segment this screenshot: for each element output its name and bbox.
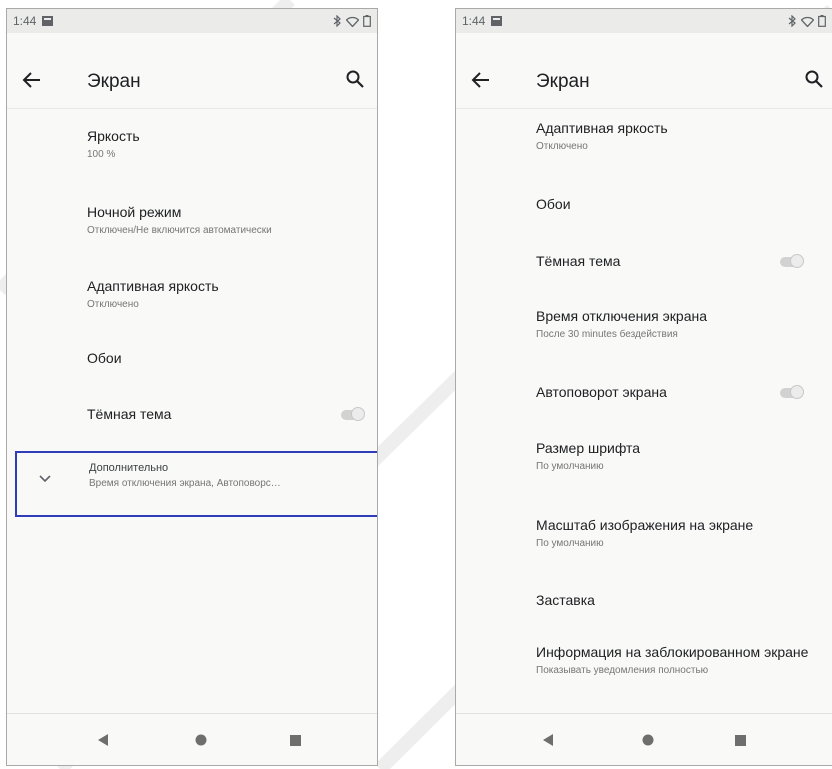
notification-icon xyxy=(491,16,503,26)
search-icon[interactable] xyxy=(804,69,824,89)
setting-summary: Показывать уведомления полностью xyxy=(536,665,709,676)
circle-home-icon[interactable] xyxy=(640,732,656,748)
wifi-icon xyxy=(346,16,359,27)
setting-title: Информация на заблокированном экране xyxy=(536,644,809,660)
toggle-thumb xyxy=(790,254,804,268)
setting-title: Адаптивная яркость xyxy=(536,120,668,136)
setting-title: Размер шрифта xyxy=(536,440,641,456)
bluetooth-icon xyxy=(788,15,796,27)
navigation-bar xyxy=(456,713,832,765)
advanced-title: Дополнительно xyxy=(89,462,169,474)
right-phone-screen: 1:44 Экран Адаптивная яркость Отключено … xyxy=(455,8,832,766)
setting-title: Обои xyxy=(87,350,122,366)
toggle-thumb xyxy=(790,385,804,399)
setting-summary: 100 % xyxy=(87,149,116,160)
setting-adaptive-brightness[interactable]: Адаптивная яркость Отключено xyxy=(87,277,369,312)
setting-screensaver[interactable]: Заставка xyxy=(536,591,824,609)
dark-theme-toggle[interactable] xyxy=(776,254,804,268)
setting-lock-screen[interactable]: Информация на заблокированном экране Пок… xyxy=(536,643,824,678)
status-time: 1:44 xyxy=(462,14,486,28)
battery-icon xyxy=(363,15,371,27)
setting-title: Тёмная тема xyxy=(87,406,172,422)
setting-summary: После 30 minutes бездействия xyxy=(536,329,678,340)
advanced-summary: Время отключения экрана, Автоповорс… xyxy=(89,478,281,489)
circle-home-icon[interactable] xyxy=(193,732,209,748)
setting-font-size[interactable]: Размер шрифта По умолчанию xyxy=(536,439,824,474)
setting-adaptive-brightness[interactable]: Адаптивная яркость Отключено xyxy=(536,119,824,154)
triangle-back-icon[interactable] xyxy=(95,732,111,748)
chevron-down-icon xyxy=(39,475,51,483)
setting-summary: Отключено xyxy=(87,299,139,310)
setting-screen-timeout[interactable]: Время отключения экрана После 30 minutes… xyxy=(536,307,824,342)
setting-title: Масштаб изображения на экране xyxy=(536,517,754,533)
setting-brightness[interactable]: Яркость 100 % xyxy=(87,127,369,162)
setting-title: Яркость xyxy=(87,128,140,144)
dark-theme-toggle[interactable] xyxy=(337,407,365,421)
toggle-thumb xyxy=(351,407,365,421)
app-bar: Экран xyxy=(7,33,377,109)
setting-title: Обои xyxy=(536,196,571,212)
setting-title: Ночной режим xyxy=(87,204,182,220)
auto-rotate-toggle[interactable] xyxy=(776,385,804,399)
advanced-section-highlighted[interactable]: Дополнительно Время отключения экрана, А… xyxy=(15,451,377,517)
notification-icon xyxy=(42,16,54,26)
left-phone-screen: 1:44 Экран Яркость 100 % Ночной режим От… xyxy=(6,8,378,766)
page-title: Экран xyxy=(536,71,590,92)
setting-summary: Отключено xyxy=(536,141,588,152)
setting-summary: По умолчанию xyxy=(536,461,604,472)
status-time: 1:44 xyxy=(13,14,37,28)
setting-dark-theme[interactable]: Тёмная тема xyxy=(87,405,369,423)
triangle-back-icon[interactable] xyxy=(540,732,556,748)
setting-title: Адаптивная яркость xyxy=(87,278,219,294)
square-recents-icon[interactable] xyxy=(287,732,303,748)
bluetooth-icon xyxy=(333,15,341,27)
wifi-icon xyxy=(801,16,814,27)
advanced-text: Дополнительно Время отключения экрана, А… xyxy=(89,461,373,491)
setting-night-mode[interactable]: Ночной режим Отключен/Не включится автом… xyxy=(87,203,369,238)
setting-wallpaper[interactable]: Обои xyxy=(536,195,824,213)
status-icons xyxy=(788,15,826,27)
setting-title: Время отключения экрана xyxy=(536,308,708,324)
setting-summary: По умолчанию xyxy=(536,538,604,549)
app-bar: Экран xyxy=(456,33,832,109)
status-icons xyxy=(333,15,371,27)
navigation-bar xyxy=(7,713,377,765)
battery-icon xyxy=(818,15,826,27)
search-icon[interactable] xyxy=(345,69,365,89)
setting-display-size[interactable]: Масштаб изображения на экране По умолчан… xyxy=(536,516,824,551)
status-bar: 1:44 xyxy=(456,9,832,33)
status-bar: 1:44 xyxy=(7,9,377,33)
page-title: Экран xyxy=(87,71,141,92)
square-recents-icon[interactable] xyxy=(732,732,748,748)
arrow-back-icon[interactable] xyxy=(21,69,43,91)
setting-wallpaper[interactable]: Обои xyxy=(87,349,369,367)
setting-title: Заставка xyxy=(536,592,595,608)
setting-summary: Отключен/Не включится автоматически xyxy=(87,225,272,236)
arrow-back-icon[interactable] xyxy=(470,69,492,91)
